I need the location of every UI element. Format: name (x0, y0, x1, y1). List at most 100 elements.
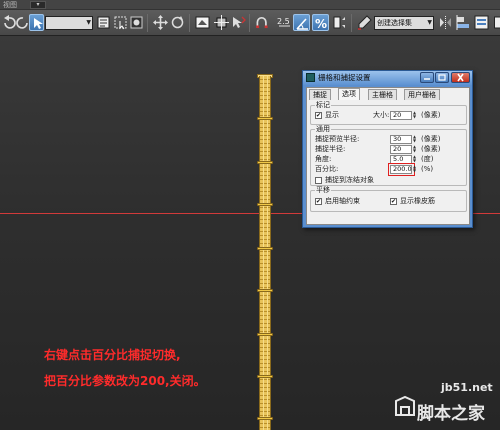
edit-named-selection-icon[interactable] (356, 14, 373, 31)
view-reference-icon[interactable] (194, 14, 211, 31)
column-ring (257, 333, 273, 336)
toolbar-separator (249, 14, 250, 32)
rubber-band-checkbox[interactable]: ✔ (390, 198, 397, 205)
snap-value-icon[interactable]: 2.5 (276, 14, 293, 31)
minimize-icon (424, 78, 430, 80)
percent-snap-toggle-icon[interactable]: % (312, 14, 329, 31)
menu-dropdown-button[interactable]: ▾ (30, 1, 46, 9)
snap-to-frozen-label: 捕捉到冻结对象 (325, 176, 374, 184)
align-icon[interactable] (455, 14, 472, 31)
checkmark-icon: ✔ (316, 112, 322, 119)
size-unit-label: (像素) (421, 111, 441, 119)
preview-radius-spinner[interactable]: ▲ ▼ (412, 135, 417, 144)
translation-group: 平移 ✔ 启用轴约束 ✔ 显示橡皮筋 (310, 186, 467, 212)
marker-group-title: 标记 (315, 101, 331, 109)
scene-explorer-icon[interactable] (490, 14, 500, 31)
column-ring (257, 289, 273, 292)
axis-constraints-checkbox[interactable]: ✔ (315, 198, 322, 205)
mirror-icon[interactable] (437, 14, 454, 31)
tab-home-grid[interactable]: 主栅格 (368, 89, 397, 100)
watermark-url: jb51.net (441, 381, 493, 394)
snap-radius-spinner[interactable]: ▲ ▼ (412, 145, 417, 154)
marker-size-field[interactable]: 20 (390, 111, 412, 120)
toolbar-separator (147, 14, 148, 32)
maximize-button[interactable] (435, 72, 449, 83)
instruction-line-1: 右键点击百分比捕捉切换, (44, 348, 181, 362)
column-ring (257, 161, 273, 164)
preview-radius-unit: (像素) (421, 135, 441, 143)
snap-radius-unit: (像素) (421, 145, 441, 153)
watermark-site-name: 脚本之家 (417, 404, 485, 424)
percent-spinner[interactable]: ▲ ▼ (412, 165, 417, 174)
site-watermark: jb51.net 脚本之家 (393, 381, 497, 427)
minimize-button[interactable] (420, 72, 434, 83)
pivot-center-icon[interactable] (213, 14, 230, 31)
snap-to-frozen-checkbox[interactable] (315, 177, 322, 184)
angle-label: 角度: (315, 155, 332, 163)
chevron-down-icon: ▼ (427, 19, 432, 26)
tab-snaps[interactable]: 捕捉 (309, 89, 331, 100)
maximize-icon (438, 74, 446, 81)
tab-user-grids[interactable]: 用户栅格 (404, 89, 440, 100)
preview-radius-field[interactable]: 30 (390, 135, 412, 144)
move-icon[interactable] (152, 14, 169, 31)
view-menu-label[interactable]: 视图 (3, 0, 17, 10)
svg-text:%: % (315, 17, 327, 31)
percent-label: 百分比: (315, 165, 339, 173)
snap-radius-field[interactable]: 20 (390, 145, 412, 154)
rubber-band-label: 显示橡皮筋 (400, 197, 435, 205)
instruction-line-2: 把百分比参数改为200,关闭。 (44, 374, 206, 388)
translation-group-title: 平移 (315, 186, 331, 194)
redo-icon[interactable] (14, 14, 28, 31)
axis-constraints-label: 启用轴约束 (325, 197, 360, 205)
checkmark-icon: ✔ (316, 198, 322, 205)
select-region-icon[interactable] (112, 14, 129, 31)
window-crossing-icon[interactable] (128, 14, 145, 31)
percent-unit: (%) (421, 165, 434, 173)
site-logo-icon (395, 395, 415, 416)
angle-unit: (度) (421, 155, 434, 163)
named-selection-dropdown[interactable]: 创建选择集 ▼ (374, 16, 434, 30)
display-markers-checkbox[interactable]: ✔ (315, 112, 322, 119)
general-group-title: 通用 (315, 125, 331, 133)
percent-highlight-box (388, 163, 415, 176)
snap-radius-label: 捕捉半径: (315, 145, 346, 153)
select-object-icon[interactable] (29, 14, 44, 31)
preview-radius-label: 捕捉预览半径: (315, 135, 360, 143)
column-ring (257, 247, 273, 250)
svg-text:2.5: 2.5 (277, 17, 290, 26)
display-label: 显示 (325, 111, 339, 119)
toolbar-separator (351, 14, 352, 32)
dialog-body: 捕捉 选项 主栅格 用户栅格 标记 ✔ 显示 大小: 20 ▲ ▼ (像素) 通用… (306, 87, 470, 225)
column-ring (257, 375, 273, 378)
layer-manager-icon[interactable] (473, 14, 490, 31)
dialog-tabs: 捕捉 选项 主栅格 用户栅格 (307, 88, 469, 100)
dialog-title: 栅格和捕捉设置 (318, 73, 371, 82)
dialog-titlebar[interactable]: 栅格和捕捉设置 (303, 71, 472, 85)
rotate-icon[interactable] (169, 14, 186, 31)
grid-snap-settings-dialog: 栅格和捕捉设置 捕捉 选项 主栅格 用户栅格 标记 ✔ 显示 大小: 20 ▲ ▼… (302, 70, 473, 228)
angle-snap-toggle-icon[interactable] (293, 14, 310, 31)
toolbar-separator (189, 14, 190, 32)
select-by-name-icon[interactable] (95, 14, 112, 31)
chevron-down-icon: ▼ (86, 19, 91, 26)
column-ring (257, 417, 273, 420)
main-toolbar: ▼ 2.5 % 创建选择集 ▼ (0, 10, 500, 36)
app-icon (306, 73, 315, 82)
column-ring (257, 203, 273, 206)
column-ring (257, 117, 273, 120)
menu-strip: 视图 ▾ (0, 0, 500, 10)
marker-size-spinner[interactable]: ▲ ▼ (412, 111, 417, 120)
spinner-snap-toggle-icon[interactable] (331, 14, 348, 31)
snap-toggle-icon[interactable] (254, 14, 274, 31)
size-label: 大小: (373, 111, 390, 119)
selection-filter-dropdown[interactable]: ▼ (45, 16, 93, 30)
close-button[interactable] (451, 72, 470, 83)
checkmark-icon: ✔ (391, 198, 397, 205)
named-selection-value: 创建选择集 (377, 19, 412, 27)
marker-group: 标记 ✔ 显示 大小: 20 ▲ ▼ (像素) (310, 101, 467, 125)
general-group: 通用 捕捉预览半径: 30 ▲ ▼ (像素) 捕捉半径: 20 ▲ ▼ (像素) 角… (310, 125, 467, 186)
select-manipulate-icon[interactable] (230, 14, 247, 31)
tab-options[interactable]: 选项 (338, 88, 360, 100)
close-icon (457, 73, 464, 82)
